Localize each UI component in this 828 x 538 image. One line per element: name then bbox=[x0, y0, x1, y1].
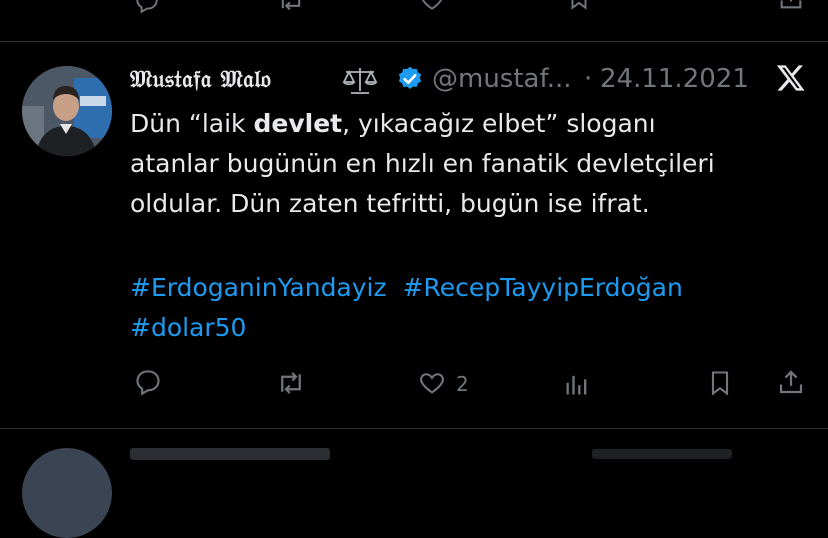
bookmark-icon[interactable] bbox=[706, 368, 734, 398]
verified-badge-icon[interactable] bbox=[396, 65, 424, 93]
next-tweet-header-placeholder bbox=[130, 448, 330, 460]
hashtags: #ErdoganinYandayiz #RecepTayyipErdoğan #… bbox=[130, 268, 790, 348]
hashtag-link[interactable]: #ErdoganinYandayiz bbox=[130, 273, 387, 302]
scales-emoji-icon bbox=[342, 66, 378, 94]
hashtag-link[interactable]: #dolar50 bbox=[130, 313, 246, 342]
tweet-text: Dün “laik devlet, yıkacağız elbet” sloga… bbox=[130, 104, 790, 224]
retweet-icon[interactable] bbox=[274, 368, 308, 398]
tweet-text-line-1: Dün “laik devlet, yıkacağız elbet” sloga… bbox=[130, 109, 656, 138]
x-logo-icon[interactable] bbox=[773, 62, 809, 94]
meta-separator: · bbox=[584, 64, 593, 94]
retweet-icon[interactable] bbox=[274, 0, 308, 14]
top-divider bbox=[0, 41, 828, 42]
share-icon[interactable] bbox=[777, 0, 805, 12]
bookmark-icon[interactable] bbox=[566, 0, 592, 12]
avatar[interactable] bbox=[22, 448, 112, 538]
bottom-divider bbox=[0, 428, 828, 429]
hashtag-link[interactable]: #RecepTayyipErdoğan bbox=[403, 273, 683, 302]
display-name[interactable]: 𝔐𝔲𝔰𝔱𝔞𝔣𝔞 𝔐𝔞𝔩𝔬 bbox=[130, 60, 271, 98]
author-handle[interactable]: @mustaf... bbox=[432, 60, 572, 98]
like-count: 2 bbox=[456, 372, 469, 396]
tweet-date[interactable]: 24.11.2021 bbox=[600, 60, 749, 98]
avatar[interactable] bbox=[22, 66, 112, 156]
tweet-text-line-3: oldular. Dün zaten tefritti, bugün ise i… bbox=[130, 189, 650, 218]
share-icon[interactable] bbox=[776, 367, 806, 397]
views-icon[interactable] bbox=[562, 370, 592, 398]
next-tweet-date-placeholder bbox=[592, 449, 732, 459]
like-icon[interactable] bbox=[416, 369, 448, 397]
reply-icon[interactable] bbox=[132, 368, 164, 396]
reply-icon[interactable] bbox=[132, 0, 162, 14]
tweet-text-line-2: atanlar bugünün en hızlı en fanatik devl… bbox=[130, 149, 715, 178]
like-icon[interactable] bbox=[417, 0, 447, 13]
